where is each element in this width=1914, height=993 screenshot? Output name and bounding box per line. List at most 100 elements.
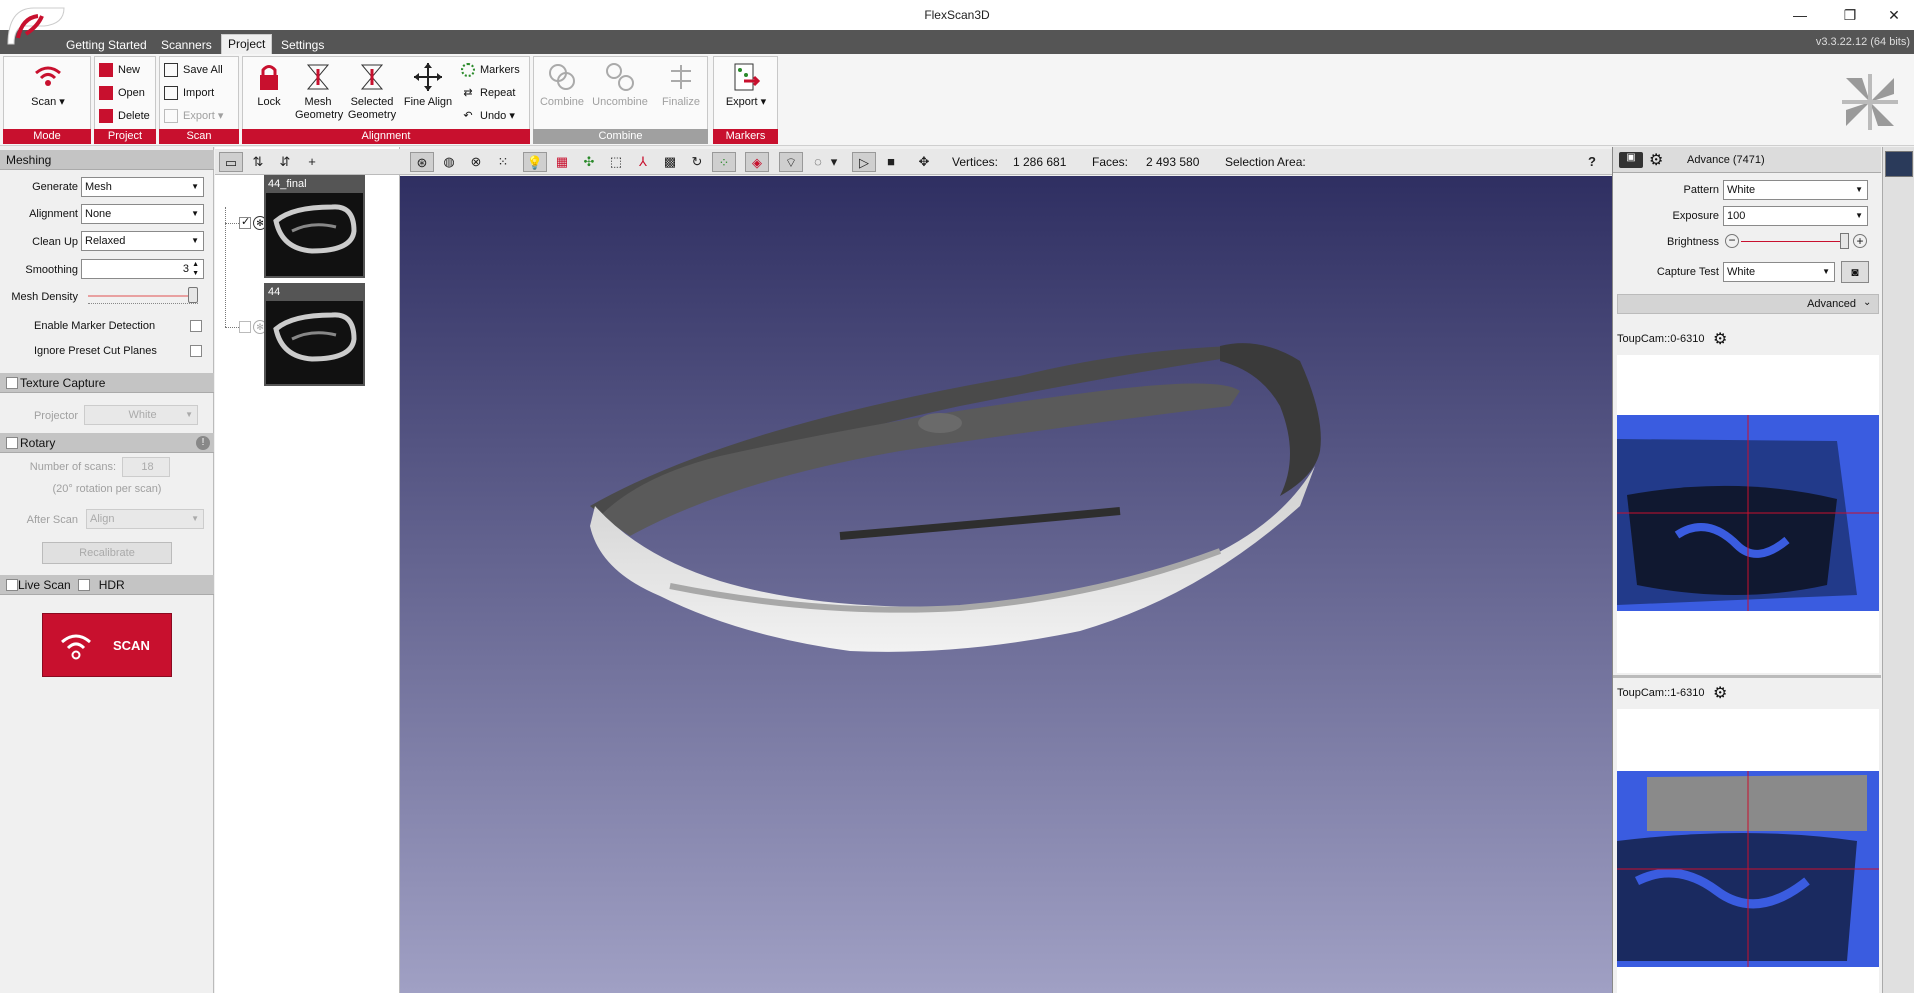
export-markers-button[interactable]: Export ▾ xyxy=(720,61,772,109)
pattern-select[interactable]: White ▼ xyxy=(1723,180,1868,200)
dock-thumbnail[interactable] xyxy=(1885,151,1913,177)
uncombine-button[interactable]: Uncombine xyxy=(588,61,652,109)
render-solid-icon[interactable]: ⊛ xyxy=(410,152,434,172)
hdr-checkbox[interactable] xyxy=(78,579,90,591)
add-icon[interactable]: + xyxy=(300,152,324,172)
play-icon[interactable]: ▷ xyxy=(852,152,876,172)
lasso-select-icon[interactable]: ⌔ xyxy=(779,152,803,172)
rotary-checkbox[interactable] xyxy=(6,437,18,449)
brightness-slider[interactable] xyxy=(1840,233,1849,249)
tree-item-checkbox[interactable] xyxy=(239,321,251,333)
render-wire-icon[interactable]: ⊗ xyxy=(464,152,488,172)
thumbnail-view-icon[interactable]: ▭ xyxy=(219,152,243,172)
chevron-down-icon[interactable]: ▾ xyxy=(827,152,841,172)
finalize-button[interactable]: Finalize xyxy=(658,61,704,109)
checker-icon[interactable]: ▩ xyxy=(658,152,682,172)
scan-button[interactable]: SCAN xyxy=(42,613,172,677)
sort-descending-icon[interactable]: ⇵ xyxy=(273,152,297,172)
scan-mode-button[interactable]: Scan ▾ xyxy=(14,61,82,109)
camera-splitter[interactable] xyxy=(1613,675,1881,678)
selected-geometry-button[interactable]: Selected Geometry xyxy=(347,61,397,122)
after-scan-select[interactable]: Align ▼ xyxy=(86,509,204,529)
cut-plane-icon[interactable]: ◈ xyxy=(745,152,769,172)
ribbon-group-project: New Open Delete Project xyxy=(94,56,156,144)
advanced-toggle[interactable]: Advanced xyxy=(1617,294,1879,314)
delete-button[interactable]: Delete xyxy=(99,107,150,127)
lock-button[interactable]: Lock xyxy=(249,61,289,109)
gear-icon[interactable]: ⚙ xyxy=(1713,329,1727,349)
gear-icon[interactable]: ⚙ xyxy=(1649,150,1663,170)
capture-camera-icon[interactable]: ◙ xyxy=(1841,261,1869,283)
axis-icon[interactable]: ✣ xyxy=(577,152,601,172)
brightness-decrease-icon[interactable]: − xyxy=(1725,234,1739,248)
render-points-icon[interactable]: ⁙ xyxy=(491,152,515,172)
undo-button[interactable]: ↶ Undo ▾ xyxy=(461,107,514,127)
render-texture-icon[interactable]: ◍ xyxy=(437,152,461,172)
num-scans-label: Number of scans: xyxy=(29,461,116,473)
camera-icon[interactable]: ▣ xyxy=(1619,152,1643,168)
markers-align-button[interactable]: Markers xyxy=(461,61,520,81)
brightness-increase-icon[interactable]: + xyxy=(1853,234,1867,248)
pattern-label: Pattern xyxy=(1683,184,1719,196)
capture-test-value: White xyxy=(1727,266,1756,278)
generate-select[interactable]: Mesh ▼ xyxy=(81,177,204,197)
projector-select[interactable]: White ▼ xyxy=(84,405,198,425)
tree-item-checkbox[interactable] xyxy=(239,215,251,229)
cube-icon[interactable]: ⬚ xyxy=(604,152,628,172)
import-button[interactable]: Import xyxy=(164,84,214,104)
ignore-planes-checkbox[interactable] xyxy=(190,345,202,357)
info-icon[interactable]: ! xyxy=(196,436,210,450)
tree-item-44-final[interactable]: 44_final xyxy=(264,175,365,278)
projector-value: White xyxy=(128,409,157,421)
marker-view-icon[interactable]: ⁘ xyxy=(712,152,736,172)
capture-test-select[interactable]: White ▼ xyxy=(1723,262,1835,282)
sort-ascending-icon[interactable]: ⇅ xyxy=(246,152,270,172)
save-all-button[interactable]: Save All xyxy=(164,61,223,81)
combine-button[interactable]: Combine xyxy=(538,61,586,109)
live-scan-checkbox[interactable] xyxy=(6,579,18,591)
minimize-button[interactable]: — xyxy=(1780,4,1820,26)
tree-item-44[interactable]: 44 xyxy=(264,283,365,386)
texture-checkbox[interactable] xyxy=(6,377,18,389)
help-icon[interactable]: ? xyxy=(1580,152,1604,172)
smoothing-stepper[interactable]: 3 ▲ ▼ xyxy=(81,259,204,279)
camera-1-view[interactable] xyxy=(1617,709,1879,993)
close-button[interactable]: ✕ xyxy=(1874,4,1914,26)
generate-label: Generate xyxy=(32,181,78,193)
camera-1-label: ToupCam::1-6310 xyxy=(1617,687,1705,699)
chevron-down-icon: ▼ xyxy=(191,182,199,191)
projector-label: Projector xyxy=(33,410,78,422)
mesh-geometry-button[interactable]: Mesh Geometry xyxy=(295,61,343,122)
3d-viewport[interactable] xyxy=(400,176,1612,993)
open-button[interactable]: Open xyxy=(99,84,145,104)
num-scans-stepper[interactable]: 18 xyxy=(122,457,170,477)
grid-icon[interactable]: ▦ xyxy=(550,152,574,172)
stop-icon[interactable]: ■ xyxy=(879,152,903,172)
ribbon-group-combine: Combine Uncombine Finalize Combine xyxy=(533,56,708,144)
alignment-select[interactable]: None ▼ xyxy=(81,204,204,224)
app-logo[interactable] xyxy=(4,4,66,46)
recalibrate-button[interactable]: Recalibrate xyxy=(42,542,172,564)
new-button[interactable]: New xyxy=(99,61,140,81)
fine-align-button[interactable]: Fine Align xyxy=(403,61,453,109)
tab-getting-started[interactable]: Getting Started xyxy=(60,36,153,54)
move-icon[interactable]: ✥ xyxy=(912,152,936,172)
rotate-icon[interactable]: ↻ xyxy=(685,152,709,172)
cleanup-select[interactable]: Relaxed ▼ xyxy=(81,231,204,251)
mesh-density-slider[interactable] xyxy=(188,287,198,303)
scanner-title: Advance (7471) xyxy=(1687,154,1765,166)
tree-item-label: 44_final xyxy=(266,177,363,193)
repeat-button[interactable]: ⇄ Repeat xyxy=(461,84,515,104)
tab-scanners[interactable]: Scanners xyxy=(155,36,218,54)
chevron-down-icon[interactable]: ⌄ xyxy=(1863,297,1871,308)
coordinate-icon[interactable]: ⅄ xyxy=(631,152,655,172)
restore-button[interactable]: ❐ xyxy=(1830,4,1870,26)
light-icon[interactable]: 💡 xyxy=(523,152,547,172)
gear-icon[interactable]: ⚙ xyxy=(1713,683,1727,703)
tab-project[interactable]: Project xyxy=(221,34,273,54)
marker-detection-checkbox[interactable] xyxy=(190,320,202,332)
exposure-select[interactable]: 100 ▼ xyxy=(1723,206,1868,226)
tab-settings[interactable]: Settings xyxy=(275,36,330,54)
camera-0-view[interactable] xyxy=(1617,355,1879,673)
export-scan-button[interactable]: Export ▾ xyxy=(164,107,223,127)
